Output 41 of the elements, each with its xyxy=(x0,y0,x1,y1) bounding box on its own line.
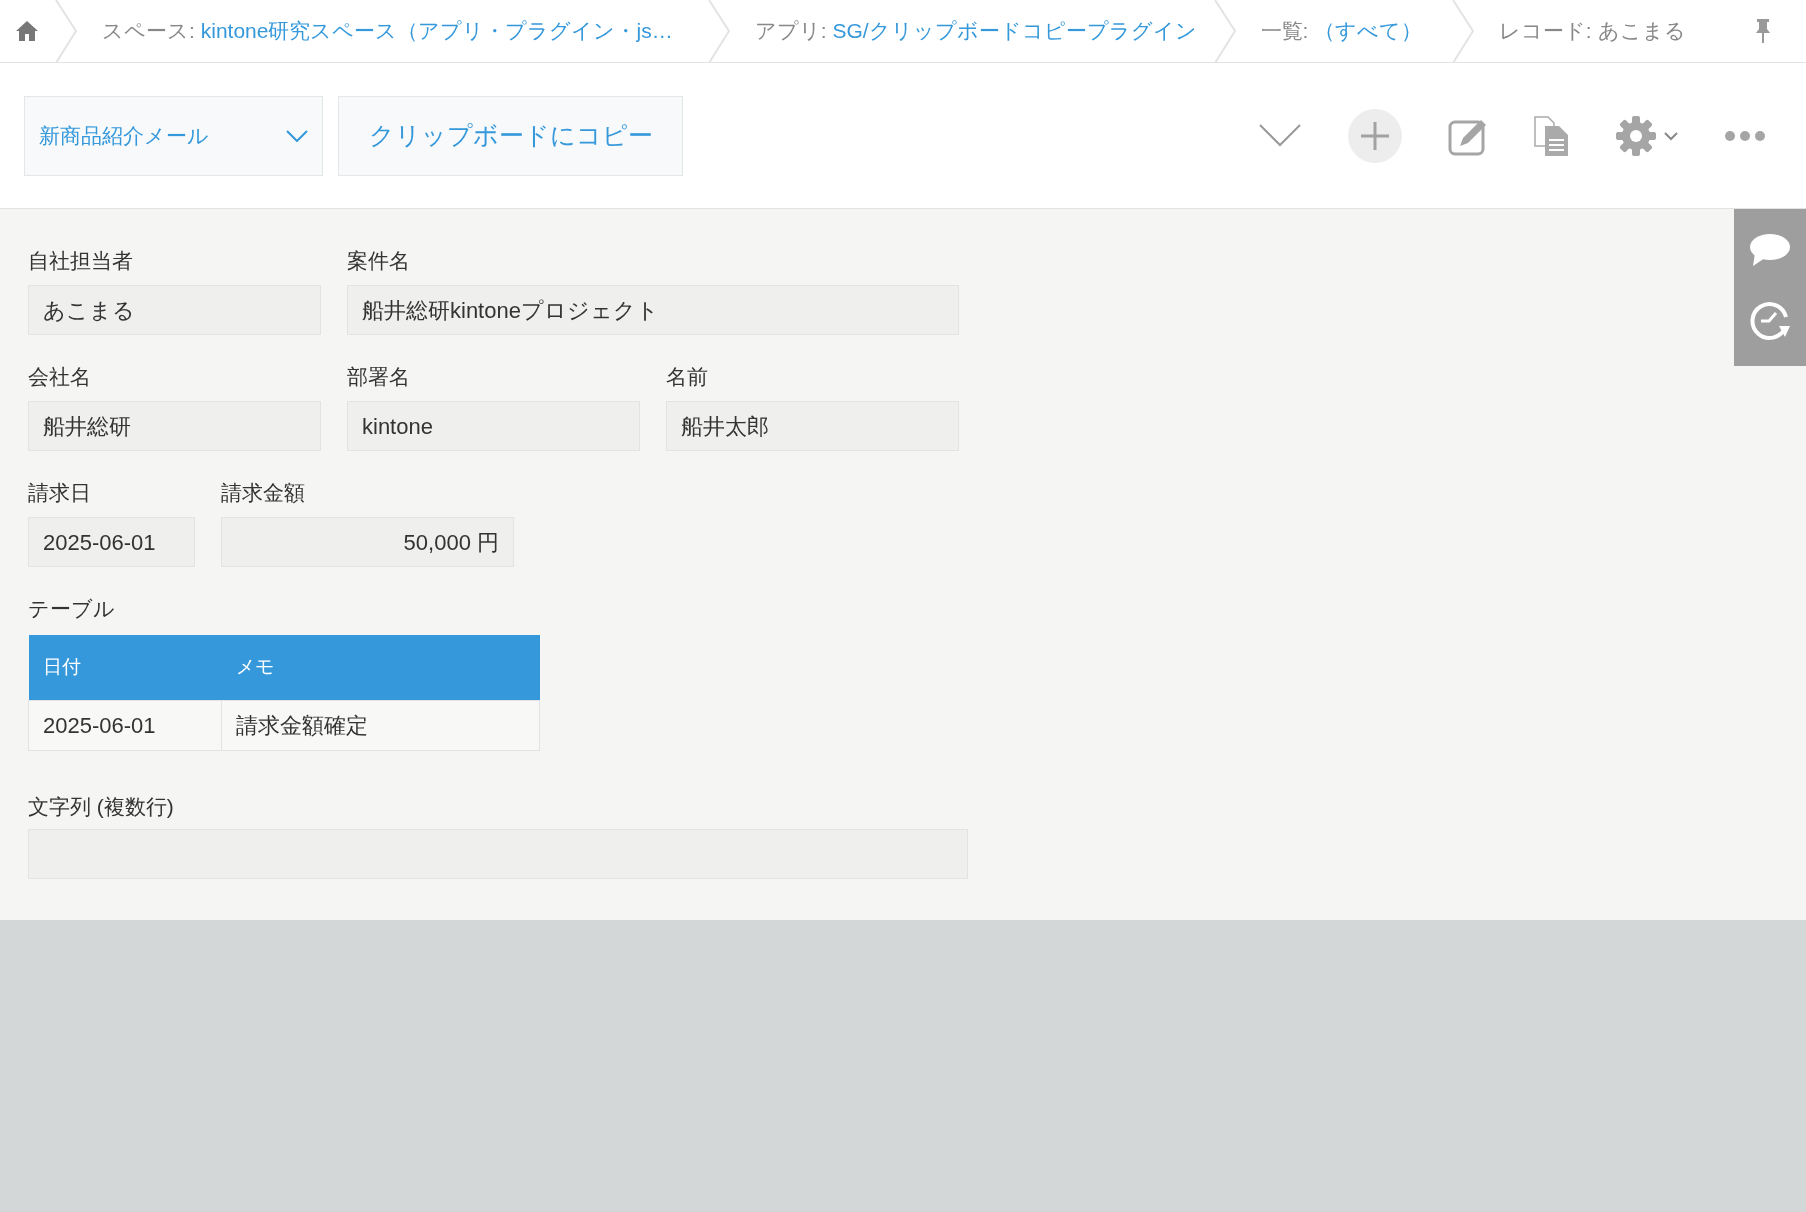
comment-icon[interactable] xyxy=(1749,233,1791,268)
field-value: 船井総研kintoneプロジェクト xyxy=(347,285,959,335)
field-value: 2025-06-01 xyxy=(28,517,195,567)
pin-icon[interactable] xyxy=(1754,18,1771,44)
field-value: 50,000 円 xyxy=(221,517,514,567)
field-label: 部署名 xyxy=(347,364,411,390)
table-cell: 2025-06-01 xyxy=(28,700,222,750)
view-select[interactable]: 新商品紹介メール xyxy=(24,95,323,176)
breadcrumb-label: レコード: あこまる xyxy=(1498,18,1686,45)
more-icon[interactable] xyxy=(1724,129,1766,142)
caret-icon xyxy=(1664,130,1678,141)
field-value: 船井総研 xyxy=(28,401,321,451)
gear-icon xyxy=(1616,115,1656,156)
field-value: kintone xyxy=(347,401,640,451)
field-label: 請求日 xyxy=(28,480,92,506)
duplicate-icon[interactable] xyxy=(1534,115,1570,156)
caret-icon xyxy=(286,129,308,142)
column-header: 日付 xyxy=(28,635,222,700)
breadcrumb-label: アプリ: xyxy=(754,18,828,45)
column-header: メモ xyxy=(221,635,540,700)
copy-button[interactable]: クリップボードにコピー xyxy=(338,95,683,176)
field-value: 船井太郎 xyxy=(666,401,959,451)
history-icon[interactable] xyxy=(1749,299,1791,342)
field-label: 請求金額 xyxy=(221,480,306,506)
field-label: 会社名 xyxy=(28,364,92,390)
table-cell: 請求金額確定 xyxy=(221,700,540,750)
field-label: 案件名 xyxy=(347,248,411,274)
breadcrumb-link[interactable]: （すべて） xyxy=(1314,15,1423,47)
settings-button[interactable] xyxy=(1616,115,1678,156)
home-icon[interactable] xyxy=(15,20,40,42)
field-label: 名前 xyxy=(666,364,709,390)
table-label: テーブル xyxy=(28,596,116,622)
chevron-down-icon[interactable] xyxy=(1258,122,1302,149)
breadcrumb-link[interactable]: SG/クリップボードコピープラグイン xyxy=(832,15,1197,47)
breadcrumb-label: 一覧: xyxy=(1260,18,1310,45)
breadcrumb-link[interactable]: kintone研究スペース（アプリ・プラグイン・js… xyxy=(200,15,673,47)
field-label: 自社担当者 xyxy=(28,248,134,274)
field-label: 文字列 (複数行) xyxy=(28,793,175,820)
field-value: あこまる xyxy=(28,285,321,335)
breadcrumb-label: スペース: xyxy=(102,18,196,45)
add-button[interactable] xyxy=(1348,108,1402,163)
